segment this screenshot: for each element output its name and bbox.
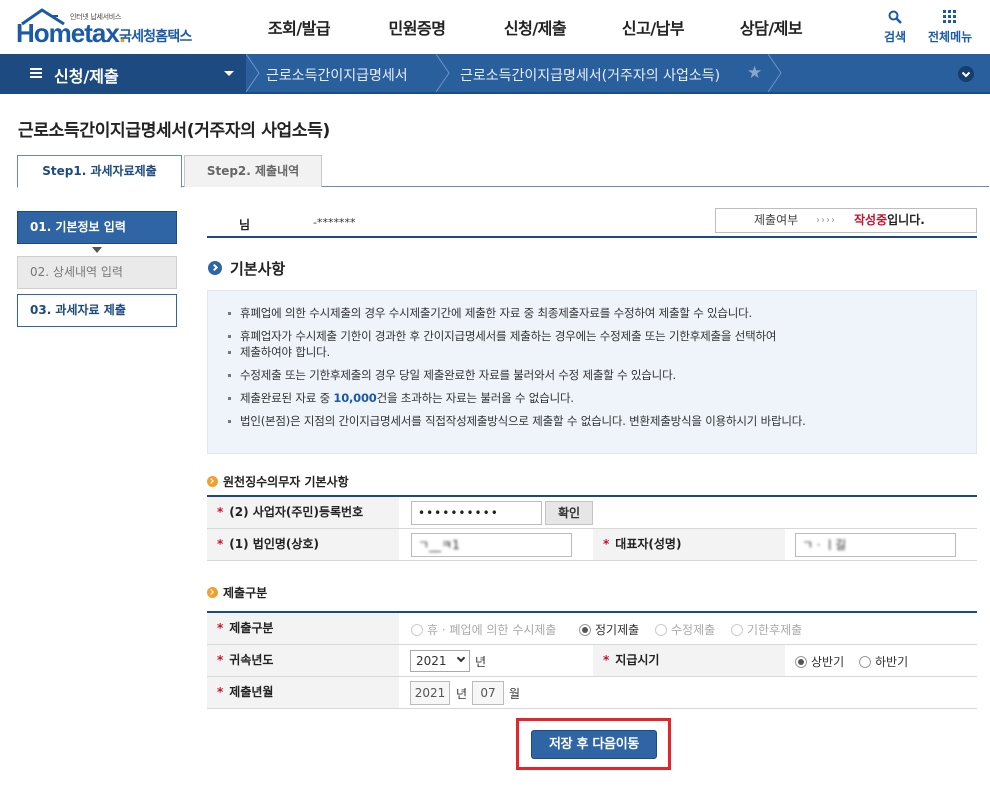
submit-status-value: 작성중입니다.: [854, 213, 925, 227]
confirm-button[interactable]: 확인: [545, 501, 593, 525]
grid-menu-icon: [928, 10, 972, 28]
radio-amended[interactable]: 수정제출: [655, 621, 715, 638]
search-button[interactable]: 검색: [884, 10, 906, 45]
corp-name-label: * (1) 법인명(상호): [207, 529, 399, 560]
notice-item: 법인(본점)은 지점의 간이지급명세서를 직접작성제출방식으로 제출할 수 없습…: [228, 413, 956, 429]
chevron-down-icon: [456, 653, 466, 663]
radio-icon: [859, 656, 871, 668]
radio-occasional[interactable]: 휴 · 폐업에 의한 수시제출: [411, 621, 556, 638]
step-down-arrow-icon: [92, 247, 102, 253]
step-submit[interactable]: 03. 과세자료 제출: [17, 294, 177, 327]
location-menu-dropdown[interactable]: 신청/제출: [0, 54, 246, 92]
tab-step2[interactable]: Step2. 제출내역: [184, 155, 322, 187]
submit-month-label: * 제출년월: [207, 677, 399, 708]
radio-icon: [731, 624, 743, 636]
radio-checked-icon: [795, 656, 807, 668]
radio-first-half[interactable]: 상반기: [795, 653, 844, 670]
submit-year-readonly: 2021: [410, 681, 450, 705]
breadcrumb-separator-icon: [768, 54, 782, 92]
location-title: 신청/제출: [54, 67, 119, 86]
form-row-month: * 제출년월 2021 년 07 월: [207, 677, 977, 709]
location-bar: 신청/제출 근로소득간이지급명세서 근로소득간이지급명세서(거주자의 사업소득)…: [0, 54, 990, 94]
user-info-row: 님 -******* 제출여부 ›››› 작성중입니다.: [207, 208, 977, 238]
user-id-masked: -*******: [313, 216, 356, 229]
orange-arrow-icon: [207, 587, 218, 598]
radio-late[interactable]: 기한후제출: [731, 621, 802, 638]
gnb-inquiry[interactable]: 조회/발급: [240, 0, 358, 54]
attribution-year-label: * 귀속년도: [207, 645, 399, 676]
brn-label: * (2) 사업자(주민)등록번호: [207, 497, 399, 528]
notice-item: 휴폐업자가 수시제출 기한이 경과한 후 간이지급명세서를 제출하는 경우에는 …: [228, 328, 956, 344]
arrow-glyphs: ››››: [816, 215, 836, 226]
radio-icon: [411, 624, 423, 636]
arrow-circle-icon: [208, 261, 222, 275]
logo-wordmark: Hometax.: [16, 18, 126, 48]
all-menu-label: 전체메뉴: [928, 30, 973, 44]
tab-step1[interactable]: Step1. 과세자료제출: [17, 155, 182, 188]
search-label: 검색: [884, 30, 907, 44]
logo-korean-name: 국세청홈택스: [119, 29, 192, 45]
save-button-highlight: 저장 후 다음이동: [516, 718, 671, 770]
rep-name-label: * 대표자(성명): [593, 529, 785, 560]
save-and-next-button[interactable]: 저장 후 다음이동: [531, 730, 657, 759]
breadcrumb-separator-icon: [436, 54, 450, 92]
location-expand-button[interactable]: [958, 66, 974, 82]
global-nav: 조회/발급 민원증명 신청/제출 신고/납부 상담/제보: [240, 0, 830, 54]
radio-regular[interactable]: 정기제출: [579, 621, 639, 638]
brn-input[interactable]: ••••••••••: [411, 501, 542, 525]
withholder-heading: 원천징수의무자 기본사항: [207, 473, 349, 490]
section-title: 기본사항: [208, 258, 285, 279]
submit-status-box: 제출여부 ›››› 작성중입니다.: [715, 208, 977, 233]
submit-month-readonly: 07: [472, 681, 504, 705]
form-row-brn: * (2) 사업자(주민)등록번호 •••••••••• 확인: [207, 497, 977, 529]
corp-name-input[interactable]: ㄱ__ㅋ1: [411, 533, 572, 557]
step-tabs: Step1. 과세자료제출 Step2. 제출내역: [17, 155, 989, 188]
notice-item: 제출완료된 자료 중 10,000건을 초과하는 자료는 불러올 수 없습니다.: [228, 390, 956, 406]
notice-box: 휴폐업에 의한 수시제출의 경우 수시제출기간에 제출한 자료 중 최종제출자료…: [207, 290, 977, 454]
year-select[interactable]: 2021: [410, 650, 470, 672]
notice-item-continued: 제출하여야 합니다.: [228, 344, 956, 360]
rep-name-input[interactable]: ㄱㆍㅣ길: [795, 533, 956, 557]
withholder-form: * (2) 사업자(주민)등록번호 •••••••••• 확인 * (1) 법인명(…: [207, 495, 977, 561]
submit-type-label: * 제출구분: [207, 613, 399, 644]
notice-item: 휴폐업에 의한 수시제출의 경우 수시제출기간에 제출한 자료 중 최종제출자료…: [228, 305, 956, 321]
orange-arrow-icon: [207, 476, 218, 487]
gnb-consult[interactable]: 상담/제보: [712, 0, 830, 54]
step-detail-input[interactable]: 02. 상세내역 입력: [17, 256, 177, 289]
gnb-certificate[interactable]: 민원증명: [358, 0, 476, 54]
radio-second-half[interactable]: 하반기: [859, 653, 908, 670]
form-row-corp: * (1) 법인명(상호) ㄱ__ㅋ1 * 대표자(성명) ㄱㆍㅣ길: [207, 529, 977, 561]
gnb-apply-submit[interactable]: 신청/제출: [476, 0, 594, 54]
breadcrumb-item-1[interactable]: 근로소득간이지급명세서: [266, 65, 408, 85]
submit-status-label: 제출여부: [754, 213, 799, 227]
hamburger-icon: [30, 68, 42, 78]
submission-form: * 제출구분 휴 · 폐업에 의한 수시제출 정기제출 수정제출 기한후제출 * 귀…: [207, 611, 977, 709]
form-row-year: * 귀속년도 2021 년 * 지급시기 상반기 하반기: [207, 645, 977, 677]
all-menu-button[interactable]: 전체메뉴: [928, 10, 972, 45]
gnb-report-pay[interactable]: 신고/납부: [594, 0, 712, 54]
submission-heading: 제출구분: [207, 584, 267, 601]
step-basic-info[interactable]: 01. 기본정보 입력: [17, 211, 177, 244]
year-unit: 년: [475, 655, 487, 669]
hometax-logo[interactable]: 인터넷 납세서비스 Hometax. 국세청홈택스: [16, 8, 206, 48]
caret-down-icon: [224, 71, 234, 76]
radio-icon: [655, 624, 667, 636]
submit-year-unit: 년: [456, 687, 468, 701]
payment-period-label: * 지급시기: [593, 645, 785, 676]
favorite-star-icon[interactable]: ★: [747, 63, 762, 83]
page-title: 근로소득간이지급명세서(거주자의 사업소득): [18, 121, 331, 141]
notice-item: 수정제출 또는 기한후제출의 경우 당일 제출완료한 자료를 불러와서 수정 제…: [228, 367, 956, 383]
form-row-type: * 제출구분 휴 · 폐업에 의한 수시제출 정기제출 수정제출 기한후제출: [207, 613, 977, 645]
submit-month-unit: 월: [509, 687, 521, 701]
radio-checked-icon: [579, 624, 591, 636]
search-icon: [884, 10, 906, 28]
breadcrumb-item-2[interactable]: 근로소득간이지급명세서(거주자의 사업소득): [460, 65, 720, 85]
user-name-suffix: 님: [239, 218, 251, 232]
top-header: 인터넷 납세서비스 Hometax. 국세청홈택스 조회/발급 민원증명 신청/…: [0, 0, 990, 54]
breadcrumb-separator-icon: [246, 54, 260, 92]
chevron-down-icon: [961, 71, 971, 78]
